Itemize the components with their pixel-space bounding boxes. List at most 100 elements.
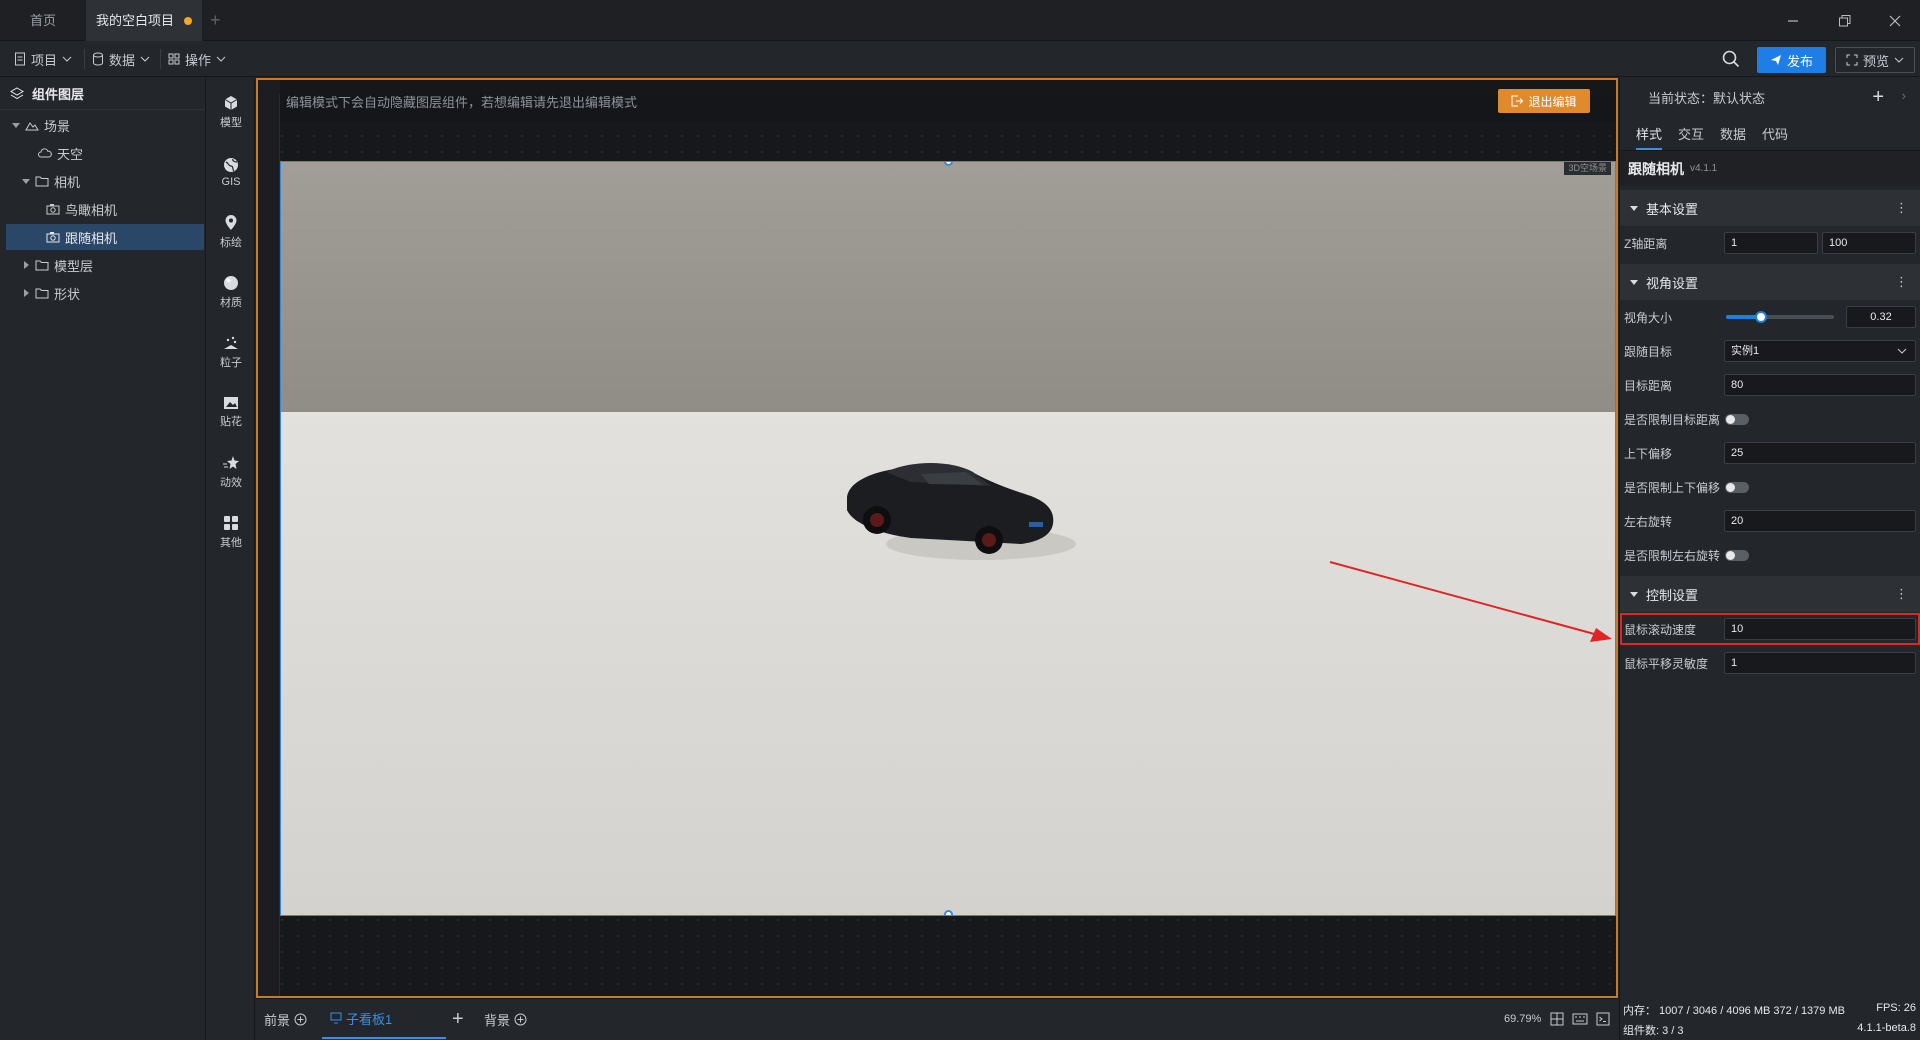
- resize-handle-bottom[interactable]: [944, 910, 953, 915]
- zoom-level[interactable]: 69.79%: [1504, 999, 1541, 1039]
- tree-item-camera-group[interactable]: 相机: [22, 168, 80, 194]
- chevron-down-icon: [1897, 348, 1907, 354]
- fov-slider[interactable]: [1726, 311, 1834, 323]
- car-model[interactable]: [841, 452, 1081, 572]
- foreground-tab[interactable]: 前景: [264, 999, 307, 1039]
- follow-target-select[interactable]: 实例1: [1724, 340, 1916, 362]
- tab-home[interactable]: 首页: [0, 0, 86, 41]
- target-distance-input[interactable]: 80: [1724, 374, 1916, 396]
- edit-mode-hint-text: 编辑模式下会自动隐藏图层组件，若想编辑请先退出编辑模式: [286, 94, 638, 110]
- close-icon[interactable]: [1870, 0, 1920, 41]
- row-pan-sensitivity: 鼠标平移灵敏度 1: [1620, 646, 1920, 680]
- folder-icon: [35, 288, 49, 299]
- bottom-bar: 前景 子看板1 + 背景 69.79%: [256, 998, 1618, 1040]
- state-label: 当前状态：默认状态: [1648, 90, 1766, 106]
- tree-item-label: 场景: [44, 118, 71, 134]
- tree-item-label: 模型层: [54, 258, 94, 274]
- iconbar-plot[interactable]: 标绘: [207, 206, 255, 258]
- data-menu[interactable]: 数据: [92, 41, 150, 77]
- fit-screen-icon[interactable]: [1550, 999, 1564, 1039]
- tree-item-label: 跟随相机: [65, 230, 118, 246]
- tree-item-follow-camera[interactable]: 跟随相机: [6, 224, 204, 250]
- iconbar-label: 粒子: [220, 356, 242, 369]
- add-board-icon[interactable]: +: [452, 999, 464, 1039]
- data-menu-label: 数据: [109, 52, 136, 68]
- section-view[interactable]: 视角设置 ⋮: [1620, 264, 1920, 300]
- chevron-down-icon: [216, 56, 226, 62]
- add-circle-icon: [294, 1013, 307, 1025]
- tree-item-sky[interactable]: 天空: [38, 140, 83, 166]
- iconbar-decal[interactable]: 贴花: [207, 386, 255, 438]
- ops-menu[interactable]: 操作: [168, 41, 226, 77]
- add-circle-icon: [514, 1013, 527, 1025]
- layers-title: 组件图层: [32, 87, 85, 102]
- main-toolbar: 项目 数据 操作 发布 预览: [0, 41, 1920, 77]
- horizontal-rotate-input[interactable]: 20: [1724, 510, 1916, 532]
- vertical-offset-input[interactable]: 25: [1724, 442, 1916, 464]
- project-menu[interactable]: 项目: [14, 41, 72, 77]
- tab-code[interactable]: 代码: [1762, 124, 1788, 143]
- scene-sky: [281, 162, 1615, 412]
- terminal-icon[interactable]: [1596, 999, 1610, 1039]
- caret-down-icon: [22, 179, 30, 184]
- add-tab-icon[interactable]: +: [210, 9, 230, 31]
- section-control[interactable]: 控制设置 ⋮: [1620, 576, 1920, 612]
- scroll-speed-input[interactable]: 10: [1724, 618, 1916, 640]
- row-follow-target: 跟随目标 实例1: [1620, 334, 1920, 368]
- ops-menu-label: 操作: [185, 52, 212, 68]
- tab-data[interactable]: 数据: [1720, 124, 1746, 143]
- more-vertical-icon[interactable]: ⋮: [1895, 200, 1908, 216]
- iconbar-gis[interactable]: GIS: [207, 146, 255, 198]
- tree-item-label: 鸟瞰相机: [65, 202, 118, 218]
- z-axis-min-input[interactable]: 1: [1724, 232, 1818, 254]
- tab-style[interactable]: 样式: [1636, 124, 1663, 150]
- keyboard-icon[interactable]: [1572, 999, 1588, 1039]
- more-vertical-icon[interactable]: ⋮: [1895, 586, 1908, 602]
- restore-icon[interactable]: [1820, 0, 1870, 41]
- z-axis-max-input[interactable]: 100: [1822, 232, 1916, 254]
- tree-item-shapes[interactable]: 形状: [22, 280, 80, 306]
- section-title: 基本设置: [1646, 201, 1699, 217]
- minimize-icon[interactable]: [1768, 0, 1818, 41]
- exit-icon: [1511, 95, 1524, 107]
- background-tab[interactable]: 背景: [484, 999, 527, 1039]
- limit-vertical-toggle[interactable]: [1725, 482, 1749, 493]
- annotation-arrow: [1329, 561, 1612, 642]
- search-icon[interactable]: [1722, 50, 1740, 68]
- pan-sensitivity-input[interactable]: 1: [1724, 652, 1916, 674]
- preview-label: 预览: [1862, 53, 1889, 69]
- board-tab[interactable]: 子看板1: [322, 999, 446, 1039]
- scene-viewport[interactable]: 3D空场景: [280, 161, 1616, 916]
- iconbar-other[interactable]: 其他: [207, 506, 255, 558]
- chevron-right-icon[interactable]: ›: [1902, 88, 1906, 103]
- section-basic[interactable]: 基本设置 ⋮: [1620, 190, 1920, 226]
- editor-canvas[interactable]: 编辑模式下会自动隐藏图层组件，若想编辑请先退出编辑模式 退出编辑 3D空场景: [256, 78, 1618, 998]
- grid-icon: [168, 53, 180, 65]
- tree-item-scene[interactable]: 场景: [12, 112, 70, 138]
- image-icon: [224, 396, 238, 409]
- fps-status: FPS: 26: [1876, 1002, 1916, 1014]
- limit-horizontal-toggle[interactable]: [1725, 550, 1749, 561]
- iconbar-material[interactable]: 材质: [207, 266, 255, 318]
- tree-item-model-layer[interactable]: 模型层: [22, 252, 93, 278]
- fov-slider-handle[interactable]: [1754, 311, 1767, 323]
- limit-distance-toggle[interactable]: [1725, 414, 1749, 425]
- iconbar-particle[interactable]: 粒子: [207, 326, 255, 378]
- tab-interaction[interactable]: 交互: [1678, 124, 1704, 143]
- add-state-icon[interactable]: +: [1872, 86, 1884, 109]
- publish-button[interactable]: 发布: [1757, 47, 1826, 73]
- particle-icon: [224, 336, 238, 349]
- tree-item-label: 相机: [54, 174, 81, 190]
- preview-button[interactable]: 预览: [1835, 47, 1915, 73]
- iconbar-model[interactable]: 模型: [207, 86, 255, 138]
- more-vertical-icon[interactable]: ⋮: [1895, 274, 1908, 290]
- props-tabs: 样式 交互 数据 代码: [1620, 116, 1920, 150]
- component-title: 跟随相机 v4.1.1: [1620, 150, 1920, 186]
- limit-horizontal-label: 是否限制左右旋转: [1624, 548, 1721, 563]
- fov-input[interactable]: 0.32: [1846, 306, 1916, 328]
- scene-icon: [25, 122, 39, 131]
- tab-project[interactable]: 我的空白项目: [86, 0, 202, 41]
- tree-item-aerial-camera[interactable]: 鸟瞰相机: [46, 196, 117, 222]
- iconbar-effects[interactable]: 动效: [207, 446, 255, 498]
- exit-edit-button[interactable]: 退出编辑: [1498, 89, 1590, 113]
